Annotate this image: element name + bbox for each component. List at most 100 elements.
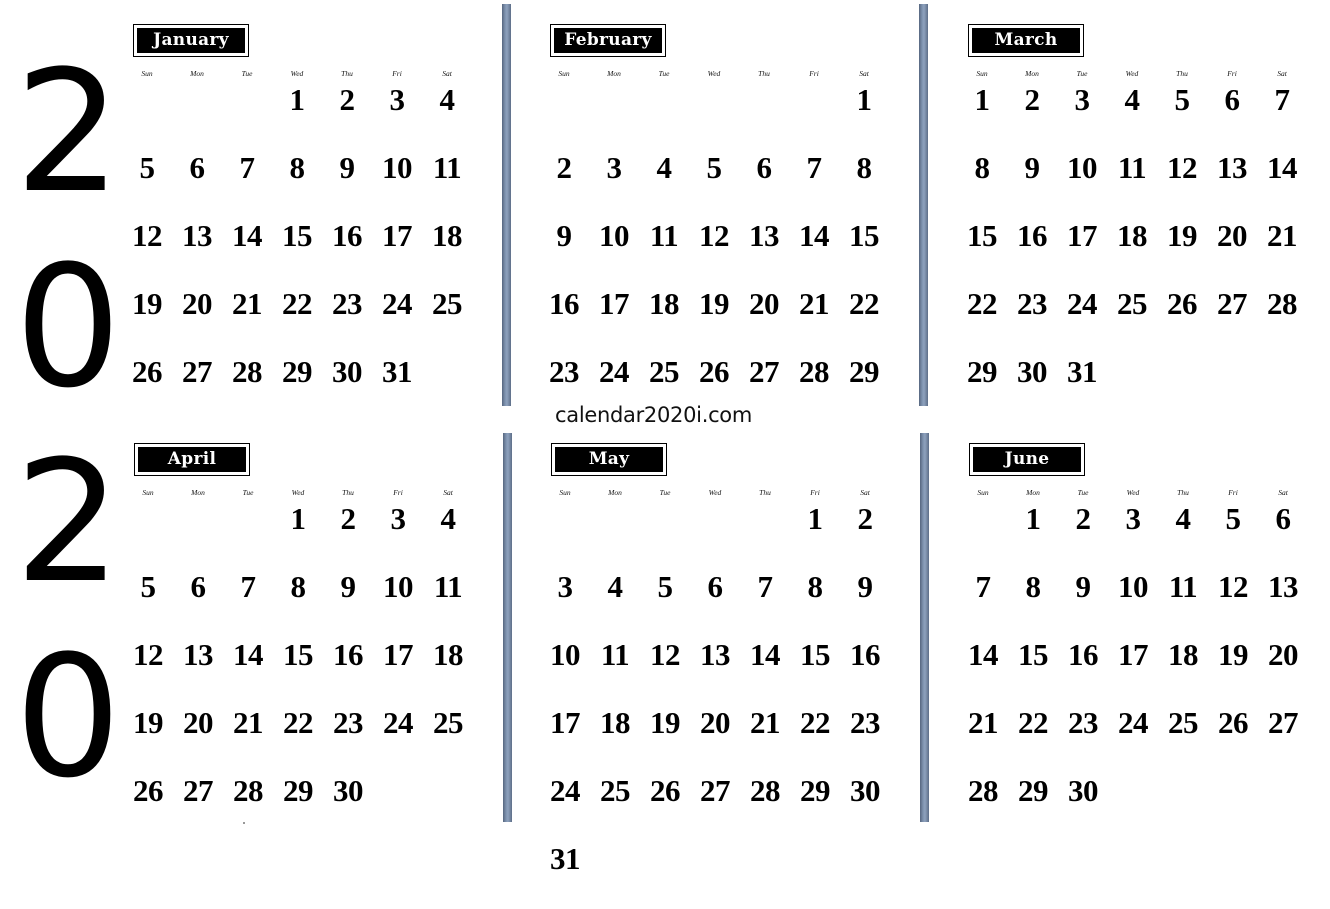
date-cell: 11 (1168, 569, 1198, 604)
month-header: March (968, 24, 1084, 57)
date-cell: 6 (756, 150, 773, 185)
date-grid: 1 2 3 4 5 6 7 8 9 10 11 12 13 14 15 16 17 18 19 20 21 22 23 24 2… (958, 501, 1308, 841)
date-cell: 11 (649, 218, 679, 253)
month-february: February Sun Mon Tue Wed Thu Fri Sat 1 2 3 4 5 6 7 8 9 10… (539, 24, 889, 414)
date-cell: 21 (799, 286, 830, 321)
date-cell: 2 (1075, 501, 1092, 536)
date-cell: 24 (383, 705, 414, 740)
date-cell: 7 (1274, 82, 1291, 117)
date-cell: 4 (1124, 82, 1141, 117)
weekday-label: Fri (392, 69, 402, 78)
year-digit: 0 (14, 229, 122, 425)
date-cell: 13 (1268, 569, 1299, 604)
date-cell: 31 (1067, 354, 1098, 389)
date-cell: 31 (550, 841, 581, 876)
date-cell: 23 (332, 286, 363, 321)
date-cell: 6 (189, 150, 206, 185)
month-may: May Sun Mon Tue Wed Thu Fri Sat 1 2 3 4 5 6 7 8 9 10 11 12 1… (540, 443, 890, 876)
month-title: June (973, 447, 1081, 472)
date-cell: 1 (289, 82, 306, 117)
month-april: April Sun Mon Tue Wed Thu Fri Sat 1 2 3 4 5 6 7 8 9 10 11 1… (123, 443, 473, 833)
month-header: May (551, 443, 667, 476)
column-divider (919, 4, 928, 406)
date-cell: 26 (133, 773, 164, 808)
weekday-label: Sat (860, 488, 870, 497)
date-cell: 17 (550, 705, 581, 740)
weekday-label: Tue (1077, 488, 1089, 497)
date-cell: 12 (1167, 150, 1198, 185)
empty-cell (640, 501, 690, 569)
date-cell: 29 (849, 354, 880, 389)
date-cell: 28 (750, 773, 781, 808)
date-cell: 17 (383, 637, 414, 672)
date-cell: 29 (800, 773, 831, 808)
year-digit: 2 (14, 424, 122, 620)
date-cell: 18 (432, 218, 463, 253)
weekday-label: Wed (708, 488, 722, 497)
weekday-label: Tue (1076, 69, 1088, 78)
date-cell: 15 (1018, 637, 1049, 672)
date-cell: 1 (974, 82, 991, 117)
empty-cell (639, 82, 689, 150)
date-cell: 1 (807, 501, 824, 536)
date-cell: 19 (133, 705, 164, 740)
weekday-label: Fri (1228, 488, 1238, 497)
date-cell: 5 (1225, 501, 1242, 536)
date-cell: 13 (183, 637, 214, 672)
date-cell: 29 (282, 354, 313, 389)
empty-cell (590, 501, 640, 569)
empty-cell (958, 501, 1008, 569)
date-cell: 10 (599, 218, 630, 253)
empty-cell (172, 82, 222, 150)
date-cell: 21 (1267, 218, 1298, 253)
date-cell: 5 (657, 569, 674, 604)
weekday-label: Wed (1126, 488, 1140, 497)
date-cell: 28 (233, 773, 264, 808)
date-cell: 10 (550, 637, 581, 672)
date-cell: 2 (340, 501, 357, 536)
date-cell: 22 (800, 705, 831, 740)
date-cell: 24 (1118, 705, 1149, 740)
date-grid: 1 2 3 4 5 6 7 8 9 10 11 12 13 14 15 16 17 18 19 20 21 22 23 24 2… (957, 82, 1307, 422)
weekday-header-row: Sun Mon Tue Wed Thu Fri Sat (540, 487, 890, 499)
date-cell: 8 (856, 150, 873, 185)
date-cell: 13 (749, 218, 780, 253)
date-cell: 5 (139, 150, 156, 185)
empty-cell (540, 501, 590, 569)
month-march: March Sun Mon Tue Wed Thu Fri Sat 1 2 3 4 5 6 7 8 9 10 11 1… (957, 24, 1307, 414)
date-cell: 10 (382, 150, 413, 185)
date-cell: 26 (650, 773, 681, 808)
date-cell: 4 (439, 82, 456, 117)
weekday-label: Sat (859, 69, 869, 78)
weekday-label: Wed (707, 69, 721, 78)
date-cell: 21 (968, 705, 999, 740)
weekday-label: Sat (1278, 488, 1288, 497)
empty-cell (222, 82, 272, 150)
empty-cell (122, 82, 172, 150)
date-cell: 19 (1167, 218, 1198, 253)
date-cell: 27 (700, 773, 731, 808)
date-cell: 22 (282, 286, 313, 321)
date-cell: 22 (849, 286, 880, 321)
date-cell: 9 (340, 569, 357, 604)
weekday-label: Mon (607, 69, 621, 78)
date-cell: 25 (600, 773, 631, 808)
date-cell: 21 (232, 286, 263, 321)
date-grid: 1 2 3 4 5 6 7 8 9 10 11 12 13 14 15 16 17 18 19 20 21 22 23 24 2… (123, 501, 473, 841)
date-cell: 27 (183, 773, 214, 808)
date-cell: 13 (1217, 150, 1248, 185)
date-cell: 7 (806, 150, 823, 185)
weekday-label: Sun (976, 69, 988, 78)
date-cell: 28 (968, 773, 999, 808)
weekday-label: Mon (1026, 488, 1040, 497)
weekday-label: Tue (242, 488, 254, 497)
date-cell: 3 (606, 150, 623, 185)
date-cell: 10 (1067, 150, 1098, 185)
date-cell: 4 (607, 569, 624, 604)
date-cell: 11 (433, 569, 463, 604)
date-cell: 13 (700, 637, 731, 672)
date-cell: 24 (1067, 286, 1098, 321)
date-cell: 12 (133, 637, 164, 672)
date-cell: 18 (649, 286, 680, 321)
date-cell: 29 (283, 773, 314, 808)
